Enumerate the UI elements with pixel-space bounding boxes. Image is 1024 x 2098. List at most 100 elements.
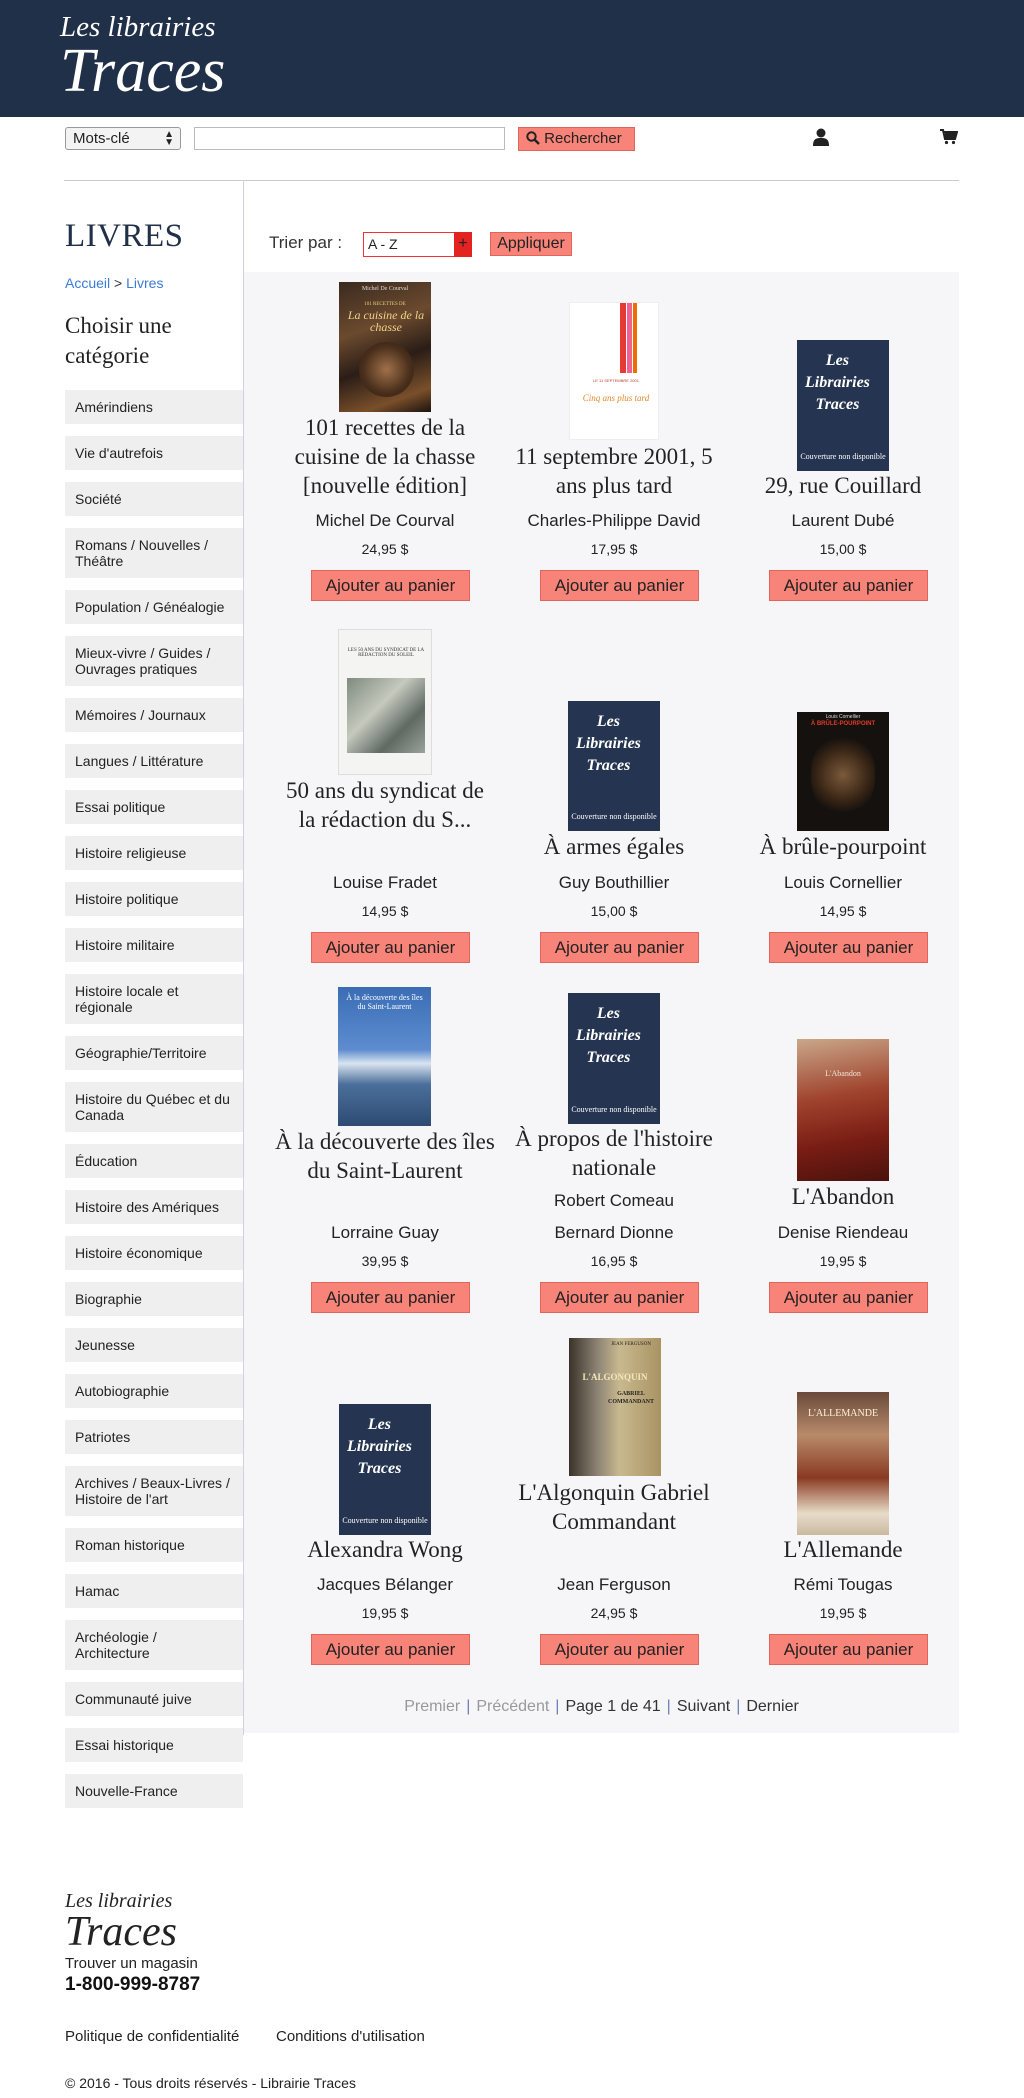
category-item[interactable]: Mémoires / Journaux [65,698,243,732]
add-to-cart-button[interactable]: Ajouter au panier [311,932,470,963]
product-title[interactable]: L'Algonquin Gabriel Commandant [504,1478,724,1536]
terms-of-use-link[interactable]: Conditions d'utilisation [276,2028,425,2045]
search-button[interactable]: Rechercher [518,127,635,151]
book-cover-placeholder[interactable]: Les Librairies Traces Couverture non dispo… [339,1404,431,1535]
category-item[interactable]: Histoire locale et régionale [65,974,243,1024]
product-author[interactable]: Jean Ferguson [504,1575,724,1595]
pagination-first[interactable]: Premier [404,1698,460,1715]
shopping-cart-icon[interactable] [940,129,958,145]
product-author[interactable]: Rémi Tougas [733,1575,953,1595]
book-cover-placeholder[interactable]: Les Librairies Traces Couverture non dispo… [568,701,660,831]
book-cover-image[interactable]: L'ALLEMANDE [797,1392,889,1535]
book-cover-image[interactable]: Louis Cornellier À BRÛLE-POURPOINT [797,712,889,831]
product-title[interactable]: À brûle-pourpoint [733,832,953,861]
add-to-cart-button[interactable]: Ajouter au panier [311,1282,470,1313]
product-title[interactable]: Alexandra Wong [275,1535,495,1564]
category-item[interactable]: Archives / Beaux-Livres / Histoire de l'… [65,1466,243,1516]
book-cover-image[interactable]: LE 11 SEPTEMBRE 2001 Cinq ans plus tard [569,302,659,440]
search-input[interactable] [194,127,505,150]
category-item[interactable]: Hamac [65,1574,243,1608]
product-title[interactable]: L'Allemande [733,1535,953,1564]
category-item[interactable]: Histoire du Québec et du Canada [65,1082,243,1132]
add-to-cart-button[interactable]: Ajouter au panier [311,1634,470,1665]
product-title[interactable]: 11 septembre 2001, 5 ans plus tard [504,442,724,500]
category-item[interactable]: Histoire des Amériques [65,1190,243,1224]
category-item[interactable]: Archéologie / Architecture [65,1620,243,1670]
add-to-cart-button[interactable]: Ajouter au panier [540,1282,699,1313]
category-item[interactable]: Société [65,482,243,516]
category-item[interactable]: Jeunesse [65,1328,243,1362]
category-item[interactable]: Mieux-vivre / Guides / Ouvrages pratique… [65,636,243,686]
book-cover-placeholder[interactable]: Les Librairies Traces Couverture non dispo… [797,340,889,471]
category-item[interactable]: Géographie/Territoire [65,1036,243,1070]
category-item[interactable]: Éducation [65,1144,243,1178]
pagination-next[interactable]: Suivant [677,1698,730,1715]
cover-text: L'Abandon [825,1069,861,1078]
category-item[interactable]: Histoire religieuse [65,836,243,870]
category-item[interactable]: Amérindiens [65,390,243,424]
add-to-cart-button[interactable]: Ajouter au panier [769,1634,928,1665]
product-author[interactable]: Denise Riendeau [733,1223,953,1243]
site-logo[interactable]: Les librairies Traces [60,12,226,105]
product-title[interactable]: 101 recettes de la cuisine de la chasse … [275,413,495,500]
breadcrumb-current-link[interactable]: Livres [126,275,163,291]
category-item[interactable]: Nouvelle-France [65,1774,243,1808]
logo-line2: Traces [60,37,226,105]
category-item[interactable]: Histoire économique [65,1236,243,1270]
category-item[interactable]: Autobiographie [65,1374,243,1408]
product-author[interactable]: Laurent Dubé [733,511,953,531]
book-cover-image[interactable]: JEAN FERGUSON L'ALGONQUIN GABRIEL COMMAN… [569,1338,661,1476]
book-cover-image[interactable]: Michel De Courval 101 RECETTES DE La cui… [339,282,431,412]
product-title[interactable]: À armes égales [504,832,724,861]
category-item[interactable]: Essai politique [65,790,243,824]
product-title[interactable]: L'Abandon [733,1182,953,1211]
sort-select[interactable]: A - Z + [363,232,472,257]
apply-sort-button[interactable]: Appliquer [490,232,572,256]
product-title[interactable]: 50 ans du syndicat de la rédaction du S.… [275,776,495,834]
add-to-cart-button[interactable]: Ajouter au panier [769,570,928,601]
product-author[interactable]: Louise Fradet [275,873,495,893]
user-account-icon[interactable] [812,128,830,146]
category-item[interactable]: Romans / Nouvelles / Théâtre [65,528,243,578]
product-author[interactable]: Guy Bouthillier [504,873,724,893]
add-to-cart-button[interactable]: Ajouter au panier [311,570,470,601]
add-to-cart-button[interactable]: Ajouter au panier [769,1282,928,1313]
product-author[interactable]: Louis Cornellier [733,873,953,893]
product-author[interactable]: Robert Comeau [504,1191,724,1211]
product-title[interactable]: À propos de l'histoire nationale [504,1124,724,1182]
pagination-previous[interactable]: Précédent [476,1698,549,1715]
product-author[interactable]: Michel De Courval [275,511,495,531]
category-item[interactable]: Population / Généalogie [65,590,243,624]
book-cover-image[interactable]: L'Abandon [797,1039,889,1181]
category-item[interactable]: Histoire politique [65,882,243,916]
book-cover-image[interactable]: LES 50 ANS DU SYNDICAT DE LA RÉDACTION D… [338,629,432,775]
category-item[interactable]: Patriotes [65,1420,243,1454]
product-author[interactable]: Lorraine Guay [275,1223,495,1243]
category-item[interactable]: Histoire militaire [65,928,243,962]
pagination-last[interactable]: Dernier [746,1698,798,1715]
breadcrumb-home-link[interactable]: Accueil [65,275,110,291]
add-to-cart-button[interactable]: Ajouter au panier [540,932,699,963]
product-title[interactable]: À la découverte des îles du Saint-Lauren… [275,1127,495,1185]
product-title[interactable]: 29, rue Couillard [733,471,953,500]
cover-text: À BRÛLE-POURPOINT [810,721,876,727]
category-item[interactable]: Vie d'autrefois [65,436,243,470]
category-item[interactable]: Communauté juive [65,1682,243,1716]
book-cover-image[interactable]: À la découverte des îles du Saint-Lauren… [338,987,431,1126]
search-type-select[interactable]: Mots-clé ▲ ▼ [65,127,181,150]
add-to-cart-button[interactable]: Ajouter au panier [769,932,928,963]
product-author[interactable]: Bernard Dionne [504,1223,724,1243]
footer-logo[interactable]: Les librairies Traces [65,1890,177,1953]
category-item[interactable]: Langues / Littérature [65,744,243,778]
product-author[interactable]: Jacques Bélanger [275,1575,495,1595]
book-cover-placeholder[interactable]: Les Librairies Traces Couverture non dispo… [568,993,660,1124]
category-item[interactable]: Roman historique [65,1528,243,1562]
privacy-policy-link[interactable]: Politique de confidentialité [65,2028,239,2045]
category-item[interactable]: Essai historique [65,1728,243,1762]
add-to-cart-button[interactable]: Ajouter au panier [540,570,699,601]
find-store-link[interactable]: Trouver un magasin [65,1955,198,1972]
add-to-cart-button[interactable]: Ajouter au panier [540,1634,699,1665]
product-author[interactable]: Charles-Philippe David [504,511,724,531]
category-item[interactable]: Biographie [65,1282,243,1316]
product-price: 19,95 $ [819,1605,867,1621]
